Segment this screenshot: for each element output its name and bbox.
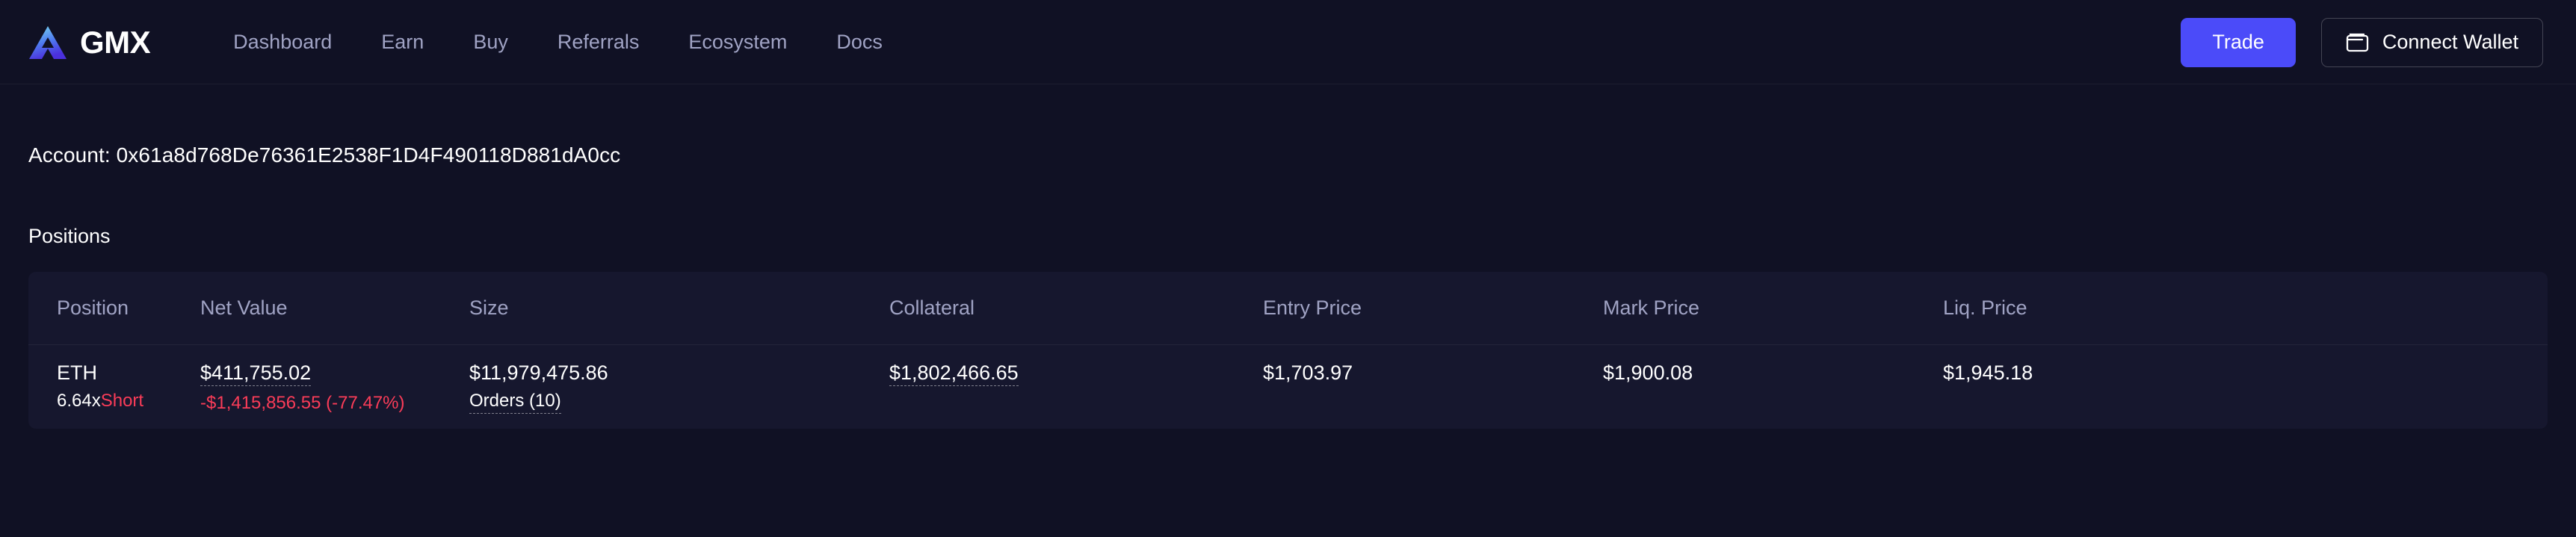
column-header-net-value: Net Value <box>200 297 288 319</box>
main-nav: Dashboard Earn Buy Referrals Ecosystem D… <box>209 32 907 52</box>
nav-item-buy[interactable]: Buy <box>448 32 533 52</box>
nav-item-earn[interactable]: Earn <box>356 32 448 52</box>
position-size: $11,979,475.86 <box>469 361 608 384</box>
nav-item-ecosystem[interactable]: Ecosystem <box>664 32 812 52</box>
mark-price: $1,900.08 <box>1603 361 1693 384</box>
position-token: ETH <box>57 361 97 384</box>
table-header-row: Position Net Value Size Collateral Entry… <box>28 272 2548 345</box>
nav-item-docs[interactable]: Docs <box>812 32 907 52</box>
net-value-pnl: -$1,415,856.55 (-77.47%) <box>200 393 405 414</box>
column-header-size: Size <box>469 297 509 319</box>
column-header-collateral: Collateral <box>889 297 975 319</box>
table-row[interactable]: ETH 6.64xShort $411,755.02 -$1,415,856.5… <box>28 344 2548 429</box>
account-address-line: Account: 0x61a8d768De76361E2538F1D4F4901… <box>28 143 621 167</box>
liq-price: $1,945.18 <box>1943 361 2033 384</box>
cell-position: ETH 6.64xShort <box>28 344 200 429</box>
connect-wallet-label: Connect Wallet <box>2382 31 2518 53</box>
collateral-amount[interactable]: $1,802,466.65 <box>889 361 1019 387</box>
header-actions: Trade Connect Wallet <box>2181 17 2543 67</box>
position-leverage: 6.64x <box>57 391 101 412</box>
cell-size: $11,979,475.86 Orders (10) <box>469 344 889 429</box>
trade-button[interactable]: Trade <box>2181 17 2296 67</box>
app-header: GMX Dashboard Earn Buy Referrals Ecosyst… <box>0 0 2576 84</box>
connect-wallet-button[interactable]: Connect Wallet <box>2320 17 2543 67</box>
column-header-mark-price: Mark Price <box>1603 297 1700 319</box>
nav-item-referrals[interactable]: Referrals <box>533 32 664 52</box>
page-content: Account: 0x61a8d768De76361E2538F1D4F4901… <box>0 84 2576 429</box>
column-header-position: Position <box>57 297 129 319</box>
cell-net-value: $411,755.02 -$1,415,856.55 (-77.47%) <box>200 344 469 429</box>
column-header-entry-price: Entry Price <box>1263 297 1362 319</box>
cell-liq-price: $1,945.18 <box>1943 344 2548 429</box>
brand-name: GMX <box>80 24 151 60</box>
gmx-triangle-logo-icon <box>29 25 67 59</box>
nav-item-dashboard[interactable]: Dashboard <box>209 32 356 52</box>
cell-collateral: $1,802,466.65 <box>889 344 1263 429</box>
cell-entry-price: $1,703.97 <box>1263 344 1603 429</box>
positions-table-body: ETH 6.64xShort $411,755.02 -$1,415,856.5… <box>28 344 2548 429</box>
position-direction: Short <box>100 391 144 412</box>
positions-section-title: Positions <box>28 225 111 247</box>
net-value-amount[interactable]: $411,755.02 <box>200 361 312 387</box>
entry-price: $1,703.97 <box>1263 361 1353 384</box>
cell-mark-price: $1,900.08 <box>1603 344 1943 429</box>
orders-link[interactable]: Orders (10) <box>469 391 561 414</box>
brand-logo[interactable]: GMX <box>28 24 151 60</box>
position-leverage-direction: 6.64xShort <box>57 391 200 412</box>
column-header-liq-price: Liq. Price <box>1943 297 2027 319</box>
positions-table-card: Position Net Value Size Collateral Entry… <box>28 272 2548 429</box>
positions-table: Position Net Value Size Collateral Entry… <box>28 272 2548 429</box>
positions-table-head: Position Net Value Size Collateral Entry… <box>28 272 2548 345</box>
wallet-icon <box>2346 33 2369 52</box>
